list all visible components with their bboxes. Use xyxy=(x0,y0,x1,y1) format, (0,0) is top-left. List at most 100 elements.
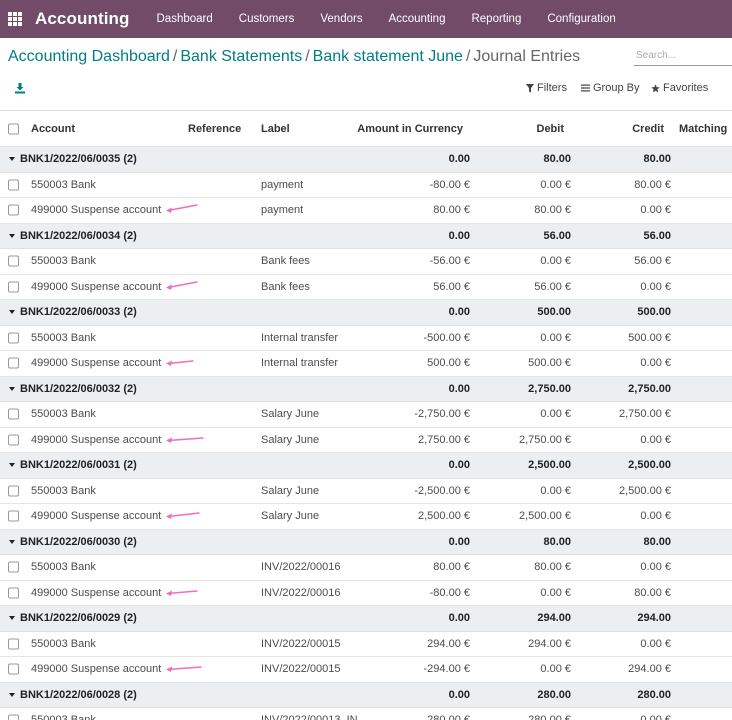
row-label: payment xyxy=(261,204,304,217)
filters-button[interactable]: Filters xyxy=(526,82,567,94)
row-checkbox[interactable] xyxy=(8,714,19,720)
row-checkbox[interactable] xyxy=(8,204,19,216)
breadcrumb-separator: / xyxy=(465,48,471,65)
row-credit: 0.00 € xyxy=(640,280,671,293)
table-row[interactable]: 499000 Suspense account Internal transfer… xyxy=(0,351,732,377)
column-header-reference[interactable]: Reference xyxy=(188,123,241,135)
group-row[interactable]: BNK1/2022/06/0028 (2) 0.00 280.00 280.00 xyxy=(0,682,732,708)
group-row[interactable]: BNK1/2022/06/0030 (2) 0.00 80.00 80.00 xyxy=(0,529,732,555)
group-row[interactable]: BNK1/2022/06/0031 (2) 0.00 2,500.00 2,500.0… xyxy=(0,453,732,479)
table-row[interactable]: 550003 Bank INV/2022/00015 294.00 € 294.00 … xyxy=(0,632,732,657)
group-credit: 500.00 xyxy=(637,306,671,319)
row-checkbox[interactable] xyxy=(8,281,19,293)
favorites-button[interactable]: Favorites xyxy=(651,82,708,94)
row-amount-currency: -294.00 € xyxy=(423,663,470,676)
row-account: 499000 Suspense account xyxy=(31,586,162,599)
row-credit: 2,750.00 € xyxy=(619,408,671,421)
group-debit: 56.00 xyxy=(543,229,571,242)
row-checkbox[interactable] xyxy=(8,663,19,675)
row-account: 499000 Suspense account xyxy=(31,510,162,523)
row-debit: 0.00 € xyxy=(540,408,571,421)
row-amount-currency: 56.00 € xyxy=(433,280,470,293)
table-row[interactable]: 499000 Suspense account INV/2022/00015 -29… xyxy=(0,657,732,683)
row-checkbox[interactable] xyxy=(8,485,19,497)
column-header-debit[interactable]: Debit xyxy=(537,123,565,135)
caret-down-icon xyxy=(9,692,15,697)
table-row[interactable]: 550003 Bank INV/2022/00016 80.00 € 80.00 € 0… xyxy=(0,555,732,581)
row-account: 550003 Bank xyxy=(31,178,96,191)
breadcrumb-separator: / xyxy=(172,48,178,65)
group-name: BNK1/2022/06/0029 (2) xyxy=(20,612,137,625)
menu-customers[interactable]: Customers xyxy=(226,13,308,25)
table-row[interactable]: 499000 Suspense account Bank fees 56.00 € 5… xyxy=(0,275,732,300)
table-row[interactable]: 499000 Suspense account Salary June 2,500.… xyxy=(0,504,732,530)
row-credit: 80.00 € xyxy=(634,178,671,191)
column-header-account[interactable]: Account xyxy=(31,123,75,135)
caret-down-icon xyxy=(9,157,15,162)
breadcrumb-accounting-dashboard[interactable]: Accounting Dashboard xyxy=(8,48,170,65)
caret-down-icon xyxy=(9,233,15,238)
table-row[interactable]: 499000 Suspense account Salary June 2,750.… xyxy=(0,428,732,453)
app-brand[interactable]: Accounting xyxy=(35,9,130,29)
table-row[interactable]: 550003 Bank INV/2022/00013, IN 280.00 € 280… xyxy=(0,708,732,720)
group-row[interactable]: BNK1/2022/06/0033 (2) 0.00 500.00 500.00 xyxy=(0,300,732,326)
breadcrumb: Accounting Dashboard / Bank Statements / Ban… xyxy=(8,48,580,66)
table-row[interactable]: 550003 Bank payment -80.00 € 0.00 € 80.00 € xyxy=(0,173,732,198)
annotation-arrow-icon xyxy=(166,360,194,367)
caret-down-icon xyxy=(9,463,15,468)
annotation-arrow-icon xyxy=(166,512,200,520)
row-amount-currency: 80.00 € xyxy=(433,204,470,217)
row-amount-currency: 2,500.00 € xyxy=(418,510,470,523)
row-debit: 80.00 € xyxy=(534,204,571,217)
row-label: INV/2022/00013, IN xyxy=(261,714,358,720)
group-amount: 0.00 xyxy=(448,382,470,395)
row-checkbox[interactable] xyxy=(8,255,19,267)
breadcrumb-bank-statements[interactable]: Bank Statements xyxy=(180,48,302,65)
group-amount: 0.00 xyxy=(448,535,470,548)
row-label: payment xyxy=(261,178,304,191)
menu-dashboard[interactable]: Dashboard xyxy=(144,13,226,25)
row-amount-currency: 2,750.00 € xyxy=(418,433,470,446)
row-checkbox[interactable] xyxy=(8,510,19,522)
group-row[interactable]: BNK1/2022/06/0032 (2) 0.00 2,750.00 2,750.0… xyxy=(0,376,732,402)
row-checkbox[interactable] xyxy=(8,357,19,369)
table-row[interactable]: 550003 Bank Salary June -2,750.00 € 0.00 € 2… xyxy=(0,402,732,428)
table-row[interactable]: 550003 Bank Bank fees -56.00 € 0.00 € 56.00 … xyxy=(0,249,732,275)
group-by-button[interactable]: Group By xyxy=(581,82,639,94)
table-row[interactable]: 550003 Bank Salary June -2,500.00 € 0.00 € 2… xyxy=(0,479,732,504)
breadcrumb-bank-statement-june[interactable]: Bank statement June xyxy=(313,48,463,65)
row-amount-currency: 500.00 € xyxy=(427,357,470,370)
row-checkbox[interactable] xyxy=(8,587,19,599)
group-row[interactable]: BNK1/2022/06/0035 (2) 0.00 80.00 80.00 xyxy=(0,147,732,173)
column-header-label[interactable]: Label xyxy=(261,123,290,135)
row-checkbox[interactable] xyxy=(8,434,19,446)
row-checkbox[interactable] xyxy=(8,638,19,650)
row-checkbox[interactable] xyxy=(8,408,19,420)
table-row[interactable]: 550003 Bank Internal transfer -500.00 € 0.0… xyxy=(0,326,732,351)
group-amount: 0.00 xyxy=(448,688,470,701)
column-header-matching[interactable]: Matching xyxy=(679,123,727,135)
row-amount-currency: -80.00 € xyxy=(429,586,470,599)
group-credit: 294.00 xyxy=(637,612,671,625)
menu-configuration[interactable]: Configuration xyxy=(534,13,628,25)
row-checkbox[interactable] xyxy=(8,179,19,191)
group-row[interactable]: BNK1/2022/06/0029 (2) 0.00 294.00 294.00 xyxy=(0,606,732,632)
column-header-credit[interactable]: Credit xyxy=(632,123,664,135)
table-row[interactable]: 499000 Suspense account INV/2022/00016 -80… xyxy=(0,581,732,606)
select-all-checkbox[interactable] xyxy=(8,123,19,134)
menu-accounting[interactable]: Accounting xyxy=(376,13,459,25)
table-row[interactable]: 499000 Suspense account payment 80.00 € 80.… xyxy=(0,198,732,224)
column-header-amount-currency[interactable]: Amount in Currency xyxy=(357,123,463,135)
apps-menu-icon[interactable] xyxy=(8,12,22,26)
menu-reporting[interactable]: Reporting xyxy=(458,13,534,25)
menu-vendors[interactable]: Vendors xyxy=(307,13,375,25)
row-account: 550003 Bank xyxy=(31,408,96,421)
row-credit: 0.00 € xyxy=(640,561,671,574)
row-checkbox[interactable] xyxy=(8,332,19,344)
search-input[interactable] xyxy=(634,46,732,66)
row-checkbox[interactable] xyxy=(8,561,19,573)
row-debit: 0.00 € xyxy=(540,331,571,344)
group-row[interactable]: BNK1/2022/06/0034 (2) 0.00 56.00 56.00 xyxy=(0,223,732,249)
group-debit: 2,500.00 xyxy=(528,459,571,472)
row-credit: 294.00 € xyxy=(628,663,671,676)
